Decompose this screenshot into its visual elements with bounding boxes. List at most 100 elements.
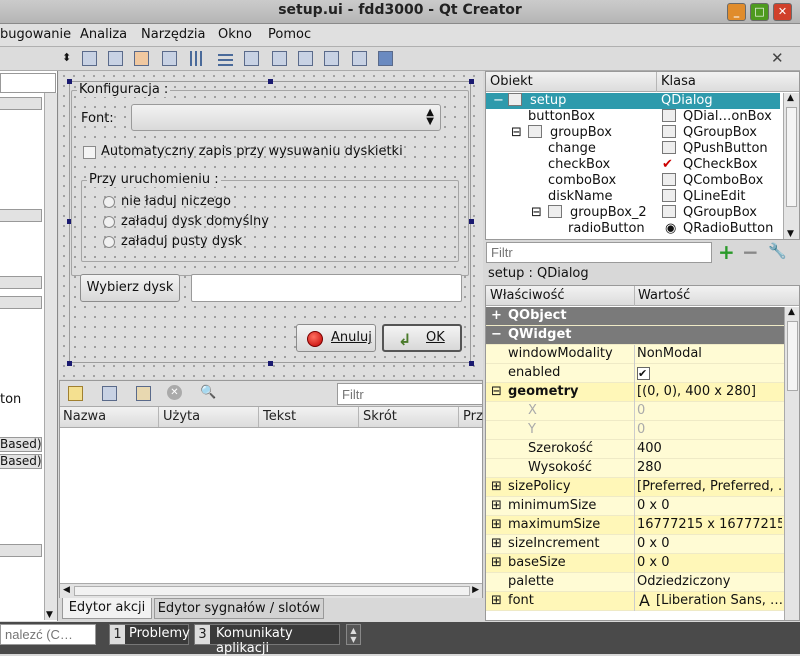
tree-expander-icon[interactable]: ⊟ (531, 205, 542, 220)
property-value[interactable]: 0 (637, 422, 782, 437)
property-scrollbar[interactable]: ▲ (784, 307, 799, 620)
col-header[interactable]: Skrót (363, 409, 397, 424)
copy-icon[interactable] (102, 386, 117, 401)
layout-splitter-h-icon[interactable] (244, 51, 259, 66)
autosave-checkbox[interactable] (83, 146, 96, 159)
edit-tab-order-icon[interactable] (162, 51, 177, 66)
tree-item[interactable]: ⊟ groupBox_2 QGroupBox (486, 205, 780, 221)
collapse-icon[interactable]: ⊟ (491, 384, 502, 399)
radio-load-default[interactable] (103, 216, 115, 228)
property-value[interactable]: 0 x 0 (637, 498, 782, 513)
edit-buddies-icon[interactable] (134, 51, 149, 66)
tree-expander-icon[interactable]: ⊟ (511, 125, 522, 140)
delete-icon[interactable]: ✕ (167, 385, 182, 400)
col-header[interactable]: Użyta (163, 409, 200, 424)
tree-item[interactable]: change QPushButton (486, 141, 780, 157)
property-row[interactable]: ⊟ geometry [(0, 0), 400 x 280] (486, 383, 784, 402)
col-header[interactable]: Właściwość (490, 288, 565, 303)
widget-item[interactable]: Based) (0, 454, 42, 469)
paste-icon[interactable] (136, 386, 151, 401)
property-row[interactable]: ⊞ sizePolicy [Preferred, Preferred, … (486, 478, 784, 497)
property-value[interactable]: 280 (637, 460, 782, 475)
horizontal-scrollbar[interactable]: ◀ ▶ (60, 583, 482, 598)
col-header[interactable]: Obiekt (490, 74, 533, 89)
close-editor-icon[interactable]: ✕ (771, 49, 784, 67)
property-row[interactable]: ⊞ maximumSize 16777215 x 16777215 (486, 516, 784, 535)
widget-item[interactable]: Based) (0, 437, 42, 452)
edit-widgets-icon[interactable] (82, 51, 97, 66)
problems-pane-button[interactable]: 1 Problemy (109, 624, 190, 645)
property-row[interactable]: X 0 (486, 402, 784, 421)
col-header[interactable]: Prz (463, 409, 483, 424)
resize-handle[interactable] (469, 219, 474, 224)
font-combobox[interactable]: ▲ ▼ (131, 104, 441, 131)
property-value[interactable]: 0 (637, 403, 782, 418)
tree-expander-icon[interactable]: − (493, 93, 504, 108)
tree-item[interactable]: comboBox QComboBox (486, 173, 780, 189)
disk-name-input[interactable] (191, 274, 462, 302)
ok-button[interactable]: ↲ OK (382, 324, 462, 352)
menu-debug[interactable]: bugowanie (0, 27, 71, 42)
property-value[interactable]: NonModal (637, 346, 782, 361)
col-header[interactable]: Tekst (263, 409, 296, 424)
tree-item[interactable]: radioButton ◉ QRadioButton (486, 221, 780, 237)
property-row[interactable]: Y 0 (486, 421, 784, 440)
expand-icon[interactable]: ⊞ (491, 593, 502, 608)
property-row[interactable]: Szerokość 400 (486, 440, 784, 459)
resize-handle[interactable] (67, 79, 72, 84)
col-header[interactable]: Wartość (638, 288, 690, 303)
radio-load-empty[interactable] (103, 236, 115, 248)
resize-handle[interactable] (469, 79, 474, 84)
radio-label[interactable]: załaduj pusty dysk (121, 234, 242, 249)
property-value[interactable]: [Liberation Sans, … (656, 593, 784, 608)
widget-category[interactable] (0, 209, 42, 222)
layout-horizontal-icon[interactable] (190, 51, 205, 66)
layout-vertical-icon[interactable] (218, 51, 233, 66)
widget-item-label[interactable]: ton (0, 392, 21, 407)
property-filter-input[interactable] (486, 242, 712, 263)
col-header[interactable]: Nazwa (63, 409, 106, 424)
close-icon[interactable]: ✕ (773, 3, 792, 21)
radio-label[interactable]: nie ładuj niczego (121, 194, 231, 209)
tree-item[interactable]: diskName QLineEdit (486, 189, 780, 205)
expand-icon[interactable]: ⊞ (491, 555, 502, 570)
tree-item[interactable]: buttonBox QDial…onBox (486, 109, 780, 125)
scroll-thumb[interactable] (74, 586, 470, 596)
col-header[interactable]: Klasa (661, 74, 696, 89)
scroll-up-icon[interactable]: ▲ (787, 93, 794, 103)
widget-category[interactable] (0, 296, 42, 309)
maximize-icon[interactable]: □ (750, 3, 769, 21)
add-property-icon[interactable]: + (718, 240, 735, 264)
layout-splitter-v-icon[interactable] (272, 51, 287, 66)
adjust-size-icon[interactable] (378, 51, 393, 66)
property-value[interactable]: [(0, 0), 400 x 280] (637, 384, 782, 399)
property-value[interactable]: [Preferred, Preferred, … (637, 479, 782, 494)
scroll-down-icon[interactable]: ▼ (46, 610, 53, 620)
widget-category[interactable] (0, 276, 42, 289)
remove-property-icon[interactable]: − (742, 240, 759, 264)
cancel-button[interactable]: Anuluj (296, 324, 376, 352)
widget-category[interactable] (0, 544, 42, 557)
tab-action-editor[interactable]: Edytor akcji (62, 598, 152, 619)
menu-narzedzia[interactable]: Narzędzia (141, 27, 206, 42)
toolbar-scroll-icon[interactable]: ⬍ (62, 51, 71, 64)
break-layout-icon[interactable] (352, 51, 367, 66)
property-row[interactable]: ⊞ font A [Liberation Sans, … (486, 591, 784, 611)
property-value[interactable]: 0 x 0 (637, 536, 782, 551)
resize-handle[interactable] (268, 361, 273, 366)
scroll-thumb[interactable] (787, 321, 798, 391)
property-value[interactable]: Odziedziczony (637, 574, 782, 589)
property-row[interactable]: ⊞ minimumSize 0 x 0 (486, 497, 784, 516)
resize-handle[interactable] (67, 361, 72, 366)
property-row[interactable]: enabled ✔ (486, 364, 784, 383)
expand-icon[interactable]: ⊞ (491, 517, 502, 532)
property-group-row[interactable]: − QWidget (486, 326, 784, 345)
property-row[interactable]: palette Odziedziczony (486, 573, 784, 592)
scroll-right-icon[interactable]: ▶ (472, 585, 479, 595)
resize-handle[interactable] (469, 361, 474, 366)
object-scrollbar[interactable]: ▲ ▼ (783, 93, 799, 239)
choose-disk-button[interactable]: Wybierz dysk (80, 274, 180, 302)
tree-item[interactable]: ⊟ groupBox QGroupBox (486, 125, 780, 141)
collapse-icon[interactable]: − (491, 327, 502, 342)
property-row[interactable]: Wysokość 280 (486, 459, 784, 478)
